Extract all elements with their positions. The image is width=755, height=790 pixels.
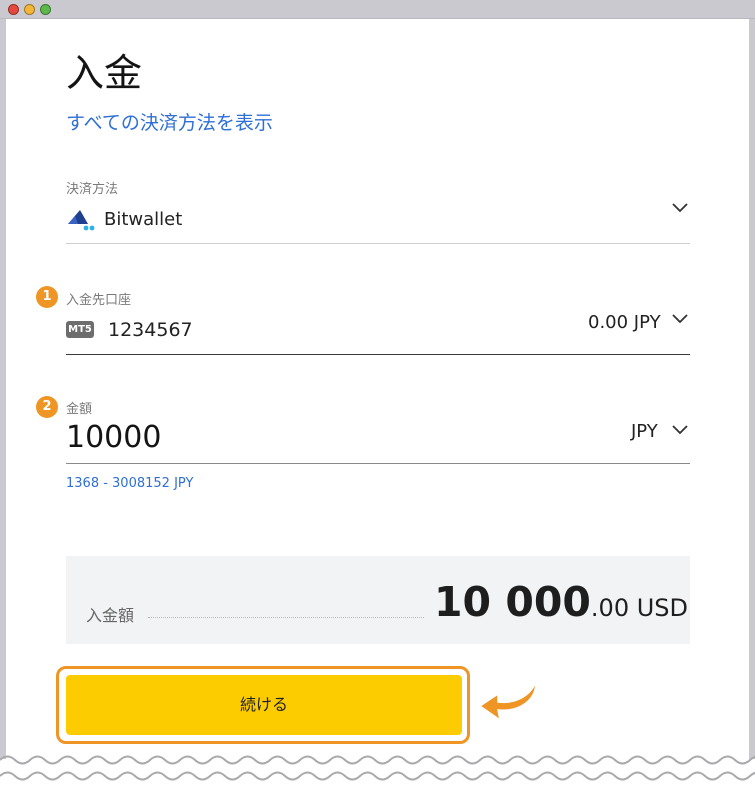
minimize-window-icon[interactable] [24, 4, 35, 15]
summary-amount-main: 10 000 [434, 578, 591, 626]
account-number[interactable]: 1234567 [108, 319, 193, 341]
summary-amount: 10 000.00 USD [434, 578, 688, 626]
summary-leader-dots [148, 617, 424, 618]
bitwallet-icon [68, 210, 95, 231]
amount-range: 1368 - 3008152 JPY [66, 476, 194, 491]
amount-input[interactable]: 10000 [66, 420, 161, 455]
account-underline [66, 354, 690, 355]
chevron-down-icon[interactable] [671, 313, 689, 325]
torn-edge-decoration [0, 755, 755, 781]
maximize-window-icon[interactable] [40, 4, 51, 15]
close-window-icon[interactable] [8, 4, 19, 15]
pointer-arrow-icon [478, 681, 537, 722]
chevron-down-icon[interactable] [671, 202, 689, 214]
account-balance: 0.00 JPY [588, 312, 661, 333]
window-titlebar [0, 0, 755, 19]
show-all-methods-link[interactable]: すべての決済方法を表示 [66, 108, 273, 135]
payment-method-underline [66, 243, 690, 244]
summary-amount-decimal: .00 USD [590, 594, 688, 622]
currency-select[interactable]: JPY [631, 421, 658, 442]
chevron-down-icon[interactable] [671, 424, 689, 436]
payment-method-label: 決済方法 [66, 182, 119, 197]
amount-label: 金額 [66, 402, 93, 417]
step-1-badge: 1 [36, 286, 58, 308]
page-title: 入金 [66, 51, 143, 95]
window-border-left [0, 19, 6, 759]
mt5-badge: MT5 [66, 321, 94, 338]
continue-button[interactable]: 続ける [66, 675, 462, 735]
app-window: 入金 すべての決済方法を表示 決済方法 Bitwallet 1 入金先口座 MT… [0, 0, 755, 790]
summary-label: 入金額 [86, 606, 135, 625]
account-label: 入金先口座 [66, 293, 132, 308]
payment-method-value[interactable]: Bitwallet [104, 209, 182, 230]
amount-underline [66, 463, 690, 464]
deposit-summary: 入金額 10 000.00 USD [66, 556, 690, 644]
step-2-badge: 2 [36, 396, 58, 418]
window-border-right [749, 19, 755, 759]
